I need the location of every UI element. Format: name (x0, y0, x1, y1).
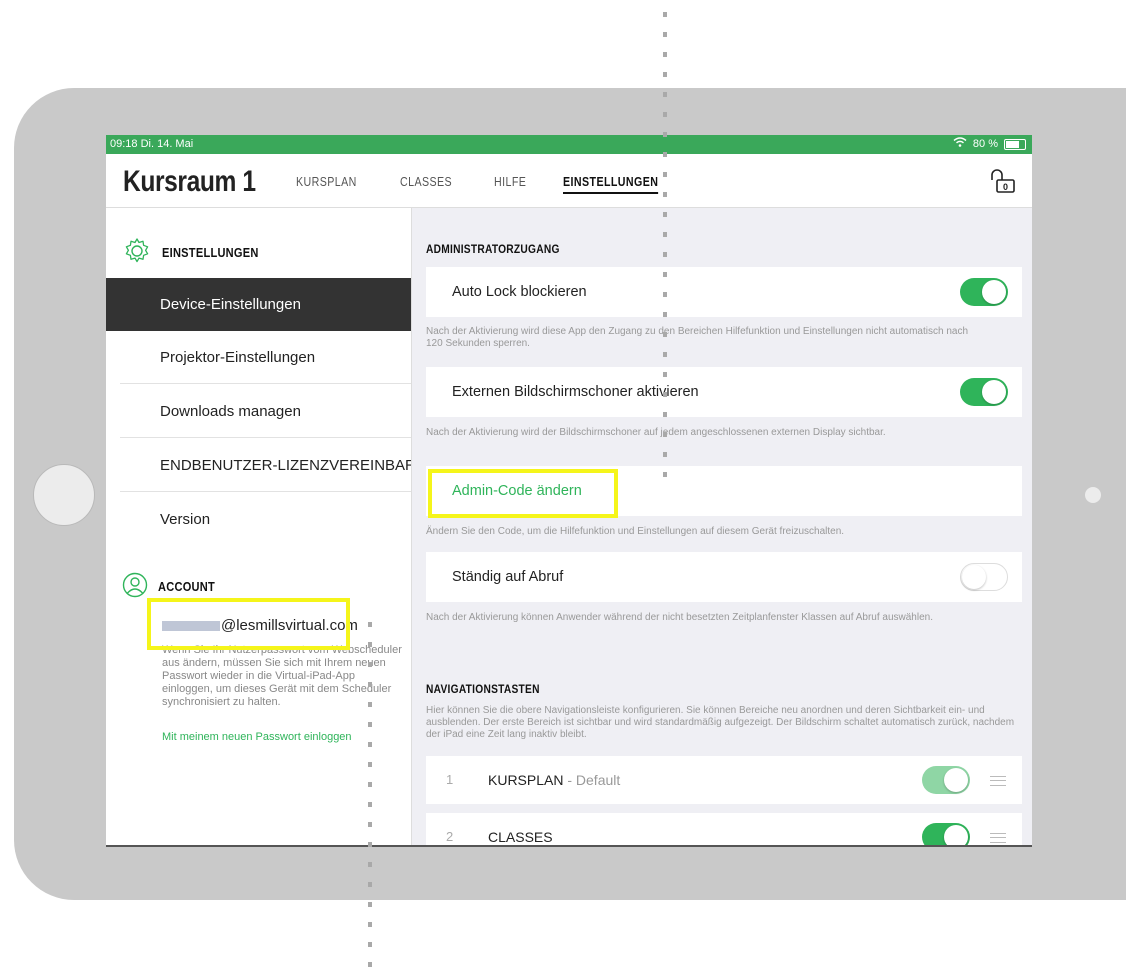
sidebar-account-label: ACCOUNT (158, 579, 216, 594)
gear-icon (122, 236, 152, 269)
guide-dotted-line (663, 12, 667, 492)
screensaver-toggle[interactable] (960, 378, 1008, 406)
page-title: Kursraum 1 (123, 165, 256, 198)
guide-dotted-line (368, 622, 372, 979)
sidebar: EINSTELLUNGEN Device-Einstellungen Proje… (106, 208, 411, 847)
on-demand-row: Ständig auf Abruf (426, 552, 1022, 602)
auto-lock-toggle[interactable] (960, 278, 1008, 306)
nav-item-toggle[interactable] (922, 823, 970, 847)
on-demand-label: Ständig auf Abruf (452, 569, 564, 585)
drag-handle-icon[interactable] (990, 833, 1006, 843)
screensaver-note: Nach der Aktivierung wird der Bildschirm… (426, 427, 886, 438)
highlight-email (147, 598, 350, 650)
sidebar-item-version[interactable]: Version (120, 493, 411, 546)
on-demand-toggle[interactable] (960, 563, 1008, 591)
tab-hilfe[interactable]: HILFE (494, 174, 526, 194)
nav-item-row: 2 CLASSES (426, 813, 1022, 847)
lock-badge: 0 (1003, 182, 1008, 192)
sidebar-account-heading: ACCOUNT (122, 572, 225, 601)
settings-content: ADMINISTRATORZUGANG Auto Lock blockieren… (412, 208, 1032, 847)
nav-item-name: KURSPLAN - Default (488, 756, 620, 804)
nav-tabs: KURSPLAN CLASSES HILFE EINSTELLUNGEN (296, 174, 709, 194)
nav-item-name: CLASSES (488, 813, 553, 847)
nav-description: Hier können Sie die obere Navigationslei… (426, 705, 1015, 740)
auto-lock-row: Auto Lock blockieren (426, 267, 1022, 317)
nav-item-name-text: CLASSES (488, 829, 553, 845)
nav-item-toggle[interactable] (922, 766, 970, 794)
wifi-icon (953, 135, 967, 154)
admin-section-heading: ADMINISTRATORZUGANG (426, 242, 560, 256)
unlock-icon[interactable]: 0 (988, 166, 1018, 196)
sidebar-settings-label: EINSTELLUNGEN (162, 245, 259, 260)
highlight-admin-code (428, 469, 618, 518)
account-note: Wenn Sie Ihr Nutzerpasswort vom Websched… (162, 644, 402, 708)
status-bar: 09:18 Di. 14. Mai 80 % (106, 135, 1032, 154)
sidebar-item-downloads[interactable]: Downloads managen (120, 385, 411, 438)
screensaver-label: Externen Bildschirmschoner aktivieren (452, 384, 699, 400)
relogin-link[interactable]: Mit meinem neuen Passwort einloggen (162, 731, 352, 743)
sidebar-item-device-settings[interactable]: Device-Einstellungen (106, 278, 411, 331)
tab-kursplan[interactable]: KURSPLAN (296, 174, 357, 194)
on-demand-note: Nach der Aktivierung können Anwender wäh… (426, 612, 933, 623)
battery-icon (1004, 139, 1026, 150)
nav-item-default: - Default (563, 772, 621, 788)
auto-lock-note: Nach der Aktivierung wird diese App den … (426, 326, 969, 349)
nav-item-row: 1 KURSPLAN - Default (426, 756, 1022, 804)
status-right: 80 % (953, 135, 1026, 154)
tab-classes[interactable]: CLASSES (400, 174, 452, 194)
tab-einstellungen[interactable]: EINSTELLUNGEN (562, 174, 659, 194)
auto-lock-label: Auto Lock blockieren (452, 284, 587, 300)
nav-item-number: 2 (446, 829, 454, 844)
camera-dot (1085, 487, 1101, 503)
home-button[interactable] (33, 464, 95, 526)
status-time: 09:18 Di. 14. Mai (110, 138, 194, 150)
admin-code-note: Ändern Sie den Code, um die Hilfefunktio… (426, 526, 845, 537)
top-nav-bar: Kursraum 1 KURSPLAN CLASSES HILFE EINSTE… (106, 154, 1032, 208)
nav-section-heading: NAVIGATIONSTASTEN (426, 682, 540, 696)
battery-percent: 80 % (972, 138, 998, 150)
sidebar-settings-heading: EINSTELLUNGEN (122, 236, 276, 269)
screensaver-row: Externen Bildschirmschoner aktivieren (426, 367, 1022, 417)
screen-bottom-edge (106, 845, 1032, 847)
sidebar-item-eula[interactable]: ENDBENUTZER-LIZENZVEREINBARUNG (120, 439, 411, 492)
user-icon (122, 572, 148, 601)
drag-handle-icon[interactable] (990, 776, 1006, 786)
sidebar-item-projector-settings[interactable]: Projektor-Einstellungen (120, 331, 411, 384)
nav-item-number: 1 (446, 772, 454, 787)
nav-item-name-text: KURSPLAN (488, 772, 564, 788)
